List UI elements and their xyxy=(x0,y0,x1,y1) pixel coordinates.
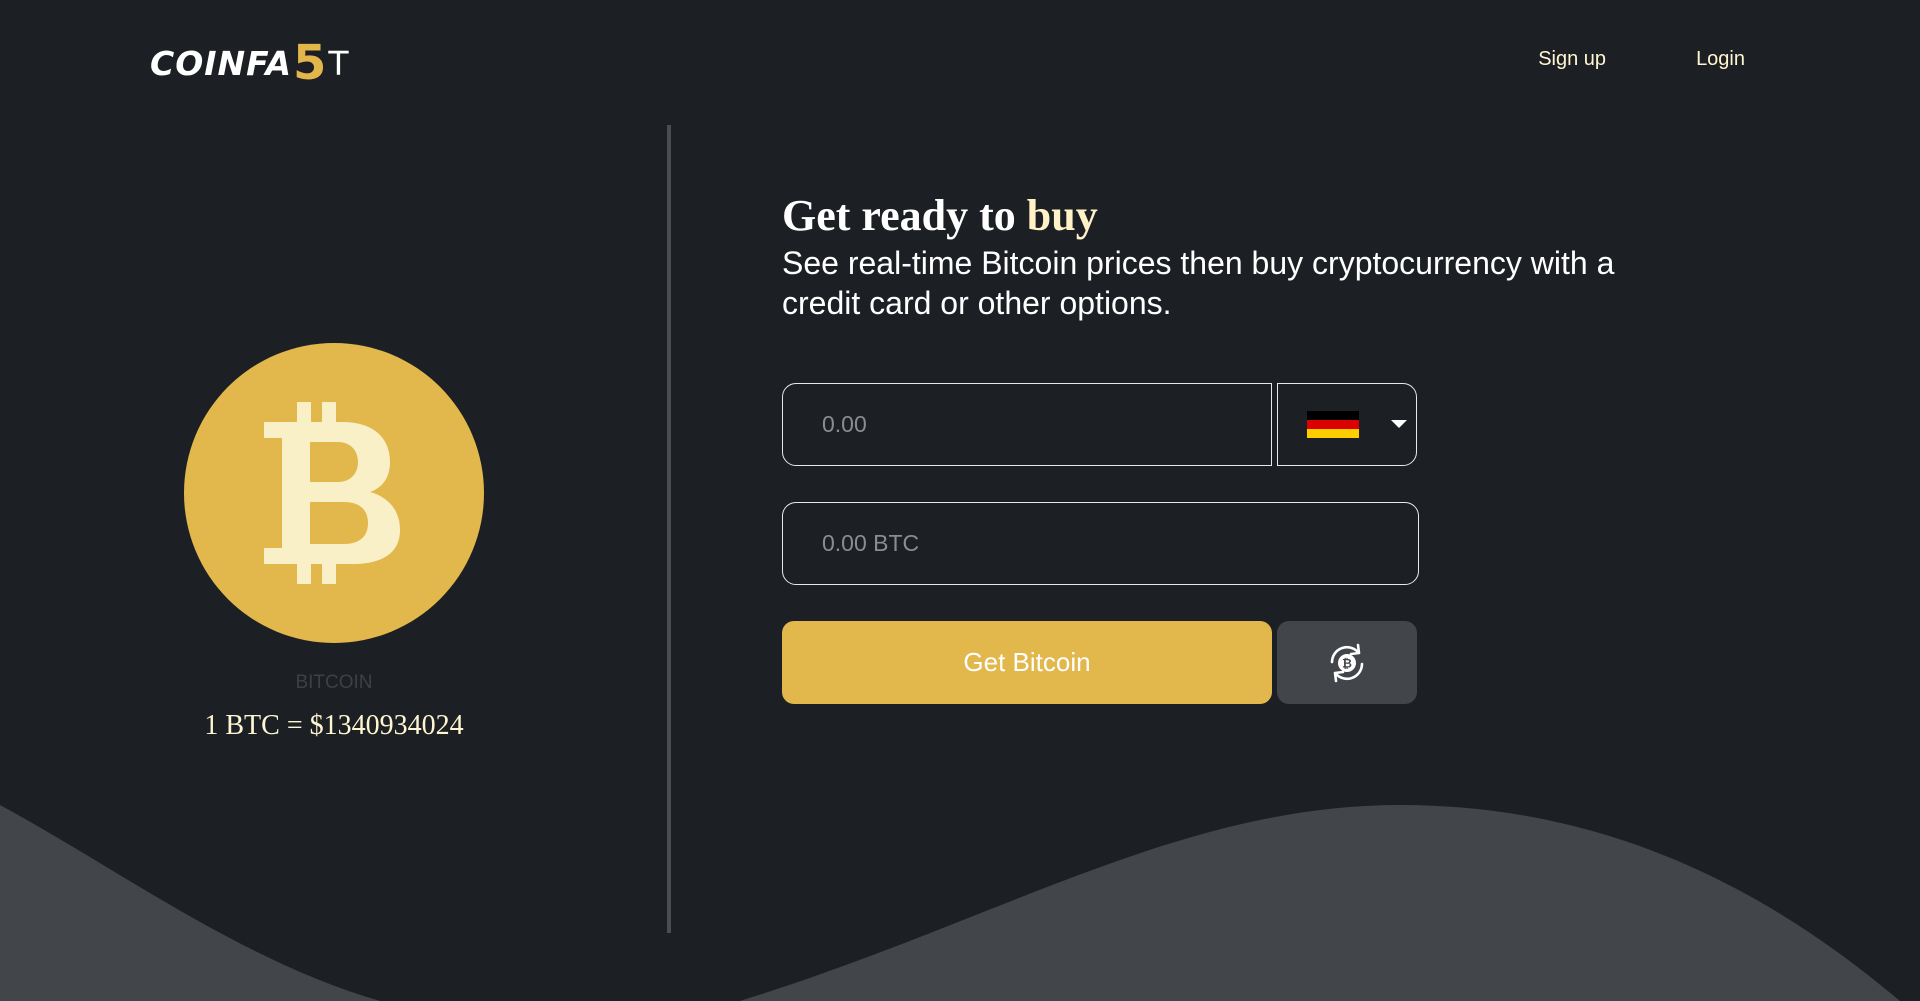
germany-flag-icon xyxy=(1307,411,1359,438)
btc-amount-input[interactable]: 0.00 BTC xyxy=(782,502,1419,585)
logo-text-five: 5 xyxy=(293,35,328,91)
heading-accent: buy xyxy=(1026,191,1098,240)
bitcoin-exchange-icon: ₿ xyxy=(1330,643,1364,682)
page-subheading: See real-time Bitcoin prices then buy cr… xyxy=(782,245,1615,321)
bitcoin-symbol xyxy=(264,402,400,584)
logo-text-end: T xyxy=(328,43,350,83)
currency-select[interactable] xyxy=(1277,383,1417,466)
get-bitcoin-button[interactable]: Get Bitcoin xyxy=(782,621,1272,704)
caret-down-icon xyxy=(1391,420,1407,428)
top-nav: Sign up Login xyxy=(1538,48,1745,71)
heading-text: Get ready to xyxy=(782,191,1016,240)
svg-text:₿: ₿ xyxy=(1342,656,1352,670)
fiat-amount-input[interactable]: 0.00 xyxy=(782,383,1272,466)
login-link[interactable]: Login xyxy=(1696,48,1745,71)
signup-link[interactable]: Sign up xyxy=(1538,48,1606,71)
coin-name: BITCOIN xyxy=(295,672,373,693)
swap-button[interactable]: ₿ xyxy=(1277,621,1417,704)
logo-text-start: COINFA xyxy=(150,43,292,83)
coinfast-logo[interactable]: COINFA 5 T xyxy=(150,38,350,88)
page-heading: Get ready to buy xyxy=(782,190,1098,241)
vertical-divider xyxy=(667,125,671,933)
coin-price: 1 BTC = $1340934024 xyxy=(204,710,464,741)
bitcoin-icon xyxy=(184,343,484,643)
